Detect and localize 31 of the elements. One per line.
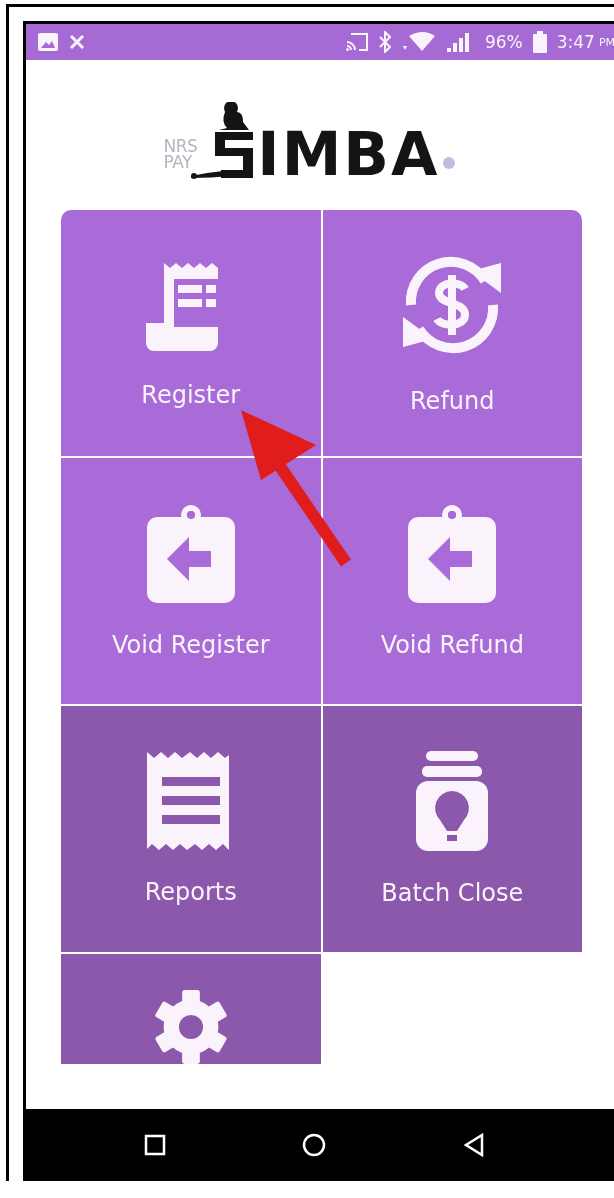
wifi-icon: [400, 32, 437, 52]
clipboard-arrow-icon: [408, 503, 497, 603]
logo-text: NRS: [163, 138, 198, 154]
clipboard-arrow-icon: [146, 503, 235, 603]
clock-period: PM: [598, 35, 614, 49]
logo-wordmark: IMBA: [257, 128, 440, 180]
home-button[interactable]: [302, 1133, 327, 1157]
menu-tile[interactable]: Void Register: [61, 458, 321, 704]
tile-label: Reports: [144, 878, 237, 906]
recents-button[interactable]: [144, 1134, 167, 1156]
bluetooth-icon: [378, 31, 391, 53]
menu-tile[interactable]: Reports: [61, 706, 321, 952]
tile-label: Void Register: [111, 631, 270, 659]
tile-label: Batch Close: [381, 879, 524, 907]
menu-tile[interactable]: Void Refund: [322, 458, 582, 704]
battery-percent: 96%: [484, 32, 523, 52]
tile-label: Void Refund: [380, 631, 524, 659]
jar-bulb-icon: [416, 751, 489, 851]
crossed-tools-icon: [68, 33, 86, 51]
back-button[interactable]: [462, 1133, 485, 1157]
menu-tile[interactable]: Register: [61, 210, 321, 456]
clock-time: 3:47: [556, 32, 595, 52]
menu-tile[interactable]: [61, 954, 321, 1064]
image-icon: [38, 33, 58, 51]
tile-label: Register: [141, 381, 241, 409]
battery-icon: [532, 31, 547, 53]
tile-label: Refund: [410, 387, 495, 415]
menu-tile[interactable]: Batch Close: [322, 706, 582, 952]
cast-icon: [344, 32, 369, 52]
logo-text: PAY: [163, 154, 193, 170]
menu-tile[interactable]: Refund: [322, 210, 582, 456]
